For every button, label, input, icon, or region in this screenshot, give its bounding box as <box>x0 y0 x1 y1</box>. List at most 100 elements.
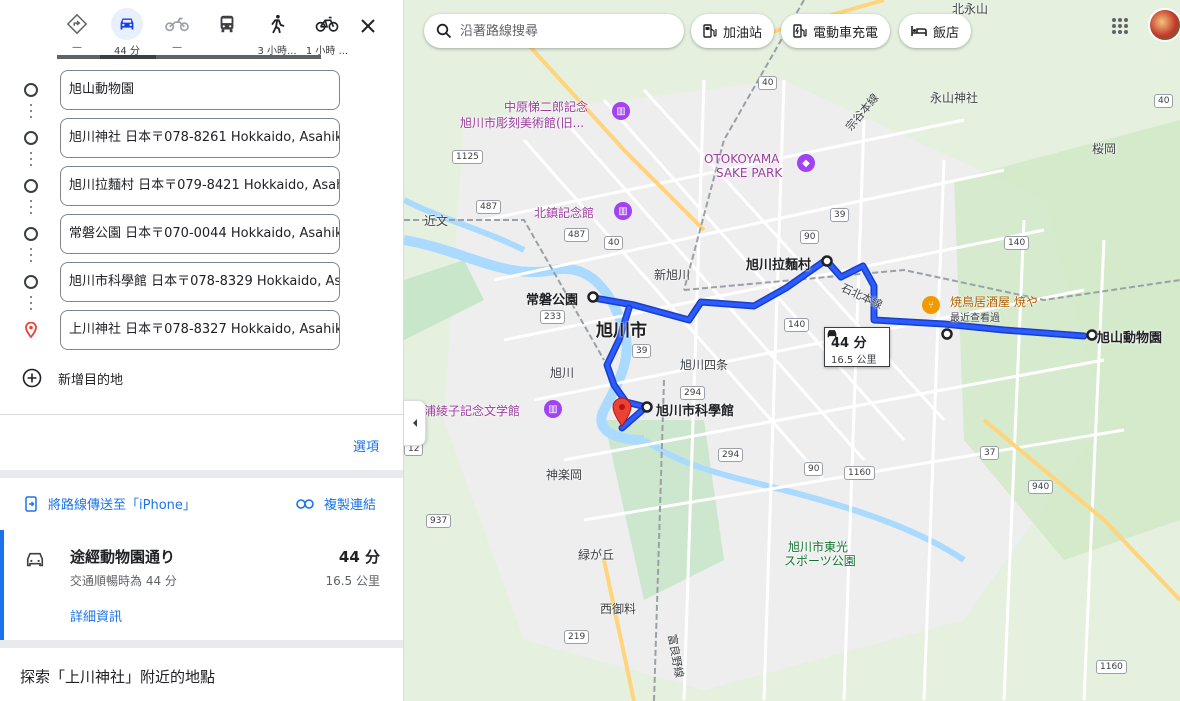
hotel-icon <box>911 26 927 36</box>
options-button[interactable]: 選項 <box>353 436 379 455</box>
road-shield: 487 <box>564 228 590 242</box>
waypoint-marker-science <box>641 401 653 413</box>
link-icon <box>296 498 314 509</box>
restaurant-icon[interactable]: ⑂ <box>922 296 940 314</box>
road-shield: 39 <box>830 208 850 222</box>
close-button[interactable] <box>356 14 380 38</box>
museum-icon[interactable]: ▥ <box>614 202 632 220</box>
map-label-area: 緑が丘 <box>578 548 615 562</box>
waypoint-input-6[interactable]: 上川神社 日本〒078-8327 Hokkaido, Asahikawa <box>60 310 340 350</box>
chip-hotel[interactable]: 飯店 <box>899 14 972 48</box>
map-label-station: 旭川 <box>550 366 575 380</box>
mode-best[interactable]: — <box>52 8 102 58</box>
search-icon <box>436 23 452 39</box>
car-icon <box>111 8 143 40</box>
map-label-poi[interactable]: 中原悌二郎記念 <box>504 98 588 115</box>
road-shield: 294 <box>680 386 706 400</box>
road-shield: 1125 <box>452 150 483 164</box>
waypoint-marker-shrine <box>941 328 953 340</box>
section-divider <box>0 640 403 648</box>
eta-distance: 16.5 公里 <box>831 355 877 366</box>
map-label-science[interactable]: 旭川市科學館 <box>656 400 734 419</box>
chip-label: 電動車充電 <box>813 25 879 41</box>
chevron-left-icon <box>412 419 417 427</box>
map-label-city: 旭川市 <box>596 321 647 341</box>
send-to-phone-button[interactable]: 將路線傳送至「iPhone」 <box>24 494 196 513</box>
chip-gas-station[interactable]: 加油站 <box>691 14 775 48</box>
waypoint-input-4[interactable]: 常磐公園 日本〒070-0044 Hokkaido, Asahikawa <box>60 214 340 254</box>
map-label-poi[interactable]: 北鎮記念館 <box>534 204 594 221</box>
walk-icon <box>261 8 293 40</box>
road-shield: 1160 <box>844 466 875 480</box>
search-along-route-input[interactable] <box>460 23 660 39</box>
route-duration: 44 分 <box>338 548 380 566</box>
add-destination-button[interactable]: 新增目的地 <box>22 368 123 388</box>
museum-icon[interactable]: ▥ <box>612 102 630 120</box>
close-icon <box>361 19 375 33</box>
mode-underline-active <box>100 55 156 59</box>
search-along-route-box[interactable] <box>424 14 684 48</box>
road-shield: 1160 <box>1096 660 1127 674</box>
bus-icon <box>211 8 243 40</box>
map-label-station: 旭川四条 <box>680 358 729 372</box>
road-shield: 90 <box>800 230 820 244</box>
route-option-card[interactable]: 途經動物園通り 交通順暢時為 44 分 44 分 16.5 公里 詳細資訊 <box>0 530 403 640</box>
waypoint-circle-icon <box>24 83 38 97</box>
map-label-poi[interactable]: 浦綾子記念文学館 <box>424 402 520 419</box>
map-canvas[interactable]: 旭川市 旭山動物園 旭川拉麵村 常磐公園 旭川市科學館 中原悌二郎記念 旭川市彫… <box>404 0 1180 701</box>
account-avatar[interactable] <box>1148 8 1180 42</box>
road-shield: 40 <box>604 236 624 250</box>
road-shield: 140 <box>784 318 810 332</box>
waypoint-circle-icon <box>24 227 38 241</box>
directions-icon <box>61 8 93 40</box>
attraction-icon[interactable]: ◆ <box>797 154 815 172</box>
waypoint-input-3[interactable]: 旭川拉麵村 日本〒079-8421 Hokkaido, Asahikawa <box>60 166 340 206</box>
chip-ev-charging[interactable]: 電動車充電 <box>781 14 891 48</box>
collapse-panel-button[interactable] <box>404 400 426 446</box>
send-to-device-icon <box>25 495 37 512</box>
mode-bike[interactable]: 1 小時 ... <box>302 8 352 58</box>
motorcycle-icon <box>161 8 193 40</box>
route-distance: 16.5 公里 <box>325 574 380 588</box>
explore-nearby-heading[interactable]: 探索「上川神社」附近的地點 <box>20 666 215 687</box>
map-label-poi[interactable]: OTOKOYAMA <box>704 152 779 166</box>
map-label-zoo[interactable]: 旭山動物園 <box>1097 327 1162 346</box>
google-apps-button[interactable] <box>1108 14 1132 38</box>
mode-transit[interactable] <box>202 8 252 58</box>
waypoint-input-1[interactable]: 旭山動物園 <box>60 70 340 110</box>
map-label-poi[interactable]: SAKE PARK <box>716 166 782 180</box>
mode-drive[interactable]: 44 分 <box>102 8 152 58</box>
divider <box>0 414 403 415</box>
copy-link-button[interactable]: 複製連結 <box>296 494 376 513</box>
waypoint-circle-icon <box>24 275 38 289</box>
add-destination-label: 新增目的地 <box>58 372 124 388</box>
route-traffic-note: 交通順暢時為 44 分 <box>70 574 177 588</box>
send-to-phone-label: 將路線傳送至「iPhone」 <box>48 498 196 513</box>
ev-charging-icon <box>793 24 807 38</box>
map-label-ramen[interactable]: 旭川拉麵村 <box>746 254 811 273</box>
waypoint-marker-park <box>587 291 599 303</box>
map-label-poi[interactable]: 旭川市彫刻美術館(旧... <box>460 114 584 131</box>
waypoint-input-2[interactable]: 旭川神社 日本〒078-8261 Hokkaido, Asahikawa <box>60 118 340 158</box>
road-shield: 40 <box>1154 94 1174 108</box>
route-details-link[interactable]: 詳細資訊 <box>70 606 122 625</box>
mode-motorcycle[interactable]: — <box>152 8 202 58</box>
car-icon <box>24 550 46 574</box>
gas-station-icon <box>703 24 717 38</box>
map-label-park[interactable]: 常磐公園 <box>526 289 578 308</box>
road-shield: 487 <box>476 200 502 214</box>
mode-underline <box>57 55 321 59</box>
map-label-restaurant[interactable]: 焼鳥居酒屋 焼や <box>950 293 1038 310</box>
waypoint-connector <box>30 104 32 122</box>
waypoint-marker-ramen <box>821 255 833 267</box>
road-shield: 39 <box>632 344 652 358</box>
road-shield: 219 <box>564 630 590 644</box>
route-eta-callout[interactable]: 44 分 16.5 公里 <box>824 327 890 367</box>
waypoint-input-5[interactable]: 旭川市科學館 日本〒078-8329 Hokkaido, Asahikawa <box>60 262 340 302</box>
mode-walk[interactable]: 3 小時... <box>252 8 302 58</box>
map-label-park-area: スポーツ公園 <box>784 554 856 568</box>
museum-icon[interactable]: ▥ <box>544 400 562 418</box>
mode-label: — <box>72 42 82 53</box>
waypoint-connector <box>30 200 32 218</box>
map-label-shrine[interactable]: 永山神社 <box>930 89 978 106</box>
